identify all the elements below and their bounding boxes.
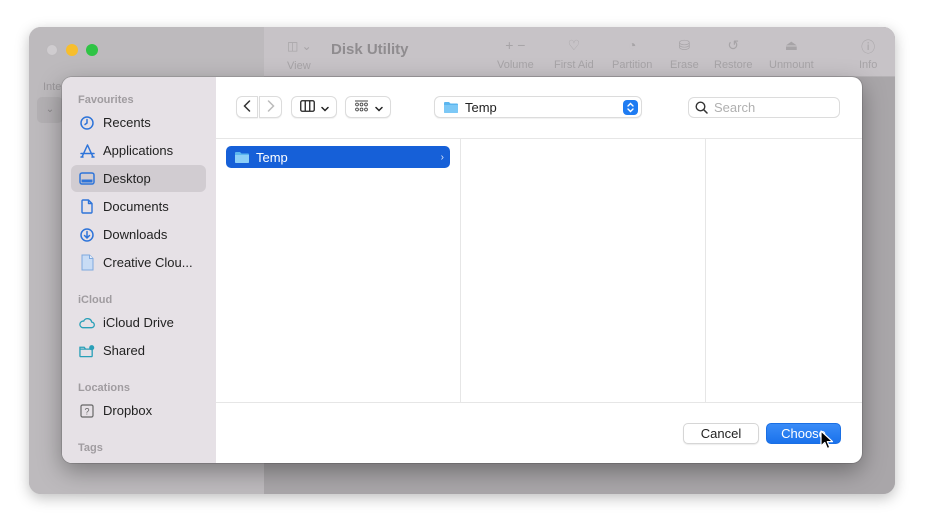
section-locations: Locations [78, 382, 130, 394]
columns-view-icon [299, 99, 315, 115]
eject-icon: ⏏ [784, 37, 798, 53]
up-down-chevron-icon [623, 100, 638, 115]
choose-folder-dialog: Favourites Recents Applications Desktop … [62, 77, 862, 463]
restore-button[interactable]: ↺ Restore [714, 37, 753, 71]
chevron-down-icon [374, 100, 383, 115]
sidebar-item-desktop[interactable]: Desktop [71, 165, 206, 192]
shared-folder-icon [79, 343, 95, 359]
section-tags: Tags [78, 442, 103, 454]
maximize-window-button[interactable] [86, 44, 98, 56]
sidebar-toggle-icon[interactable]: ◫ ⌄ [287, 39, 312, 53]
sidebar-item-documents[interactable]: Documents [71, 193, 206, 220]
view-mode-button[interactable] [291, 96, 337, 118]
sidebar-item-icloud-drive[interactable]: iCloud Drive [71, 309, 206, 336]
section-icloud: iCloud [78, 294, 113, 306]
unmount-button[interactable]: ⏏ Unmount [769, 37, 814, 71]
info-icon: ⓘ [861, 39, 876, 55]
download-icon [79, 227, 95, 243]
location-popup-value: Temp [465, 99, 497, 115]
browser-column-1[interactable]: Temp › [216, 139, 461, 402]
clock-icon [79, 115, 95, 131]
folder-icon [234, 151, 250, 164]
sidebar-section-label: Inte [43, 81, 62, 93]
sidebar-item-applications[interactable]: Applications [71, 137, 206, 164]
info-button[interactable]: ⓘ Info [859, 37, 877, 71]
plus-minus-icon: + − [505, 37, 526, 53]
chevron-right-icon: › [440, 151, 444, 163]
unknown-drive-icon: ? [79, 403, 95, 419]
sidebar-item-shared[interactable]: Shared [71, 337, 206, 364]
first-aid-button[interactable]: ♡ First Aid [554, 37, 594, 71]
forward-button[interactable] [259, 96, 282, 118]
desktop-icon [79, 171, 95, 187]
chevron-down-icon [320, 100, 329, 115]
browser-column-3[interactable] [706, 139, 862, 402]
sidebar-item-dropbox[interactable]: ? Dropbox [71, 397, 206, 424]
folder-icon [443, 101, 459, 114]
section-favourites: Favourites [78, 94, 134, 106]
pie-chart-icon: ◔ [627, 37, 637, 53]
restore-icon: ↺ [727, 37, 740, 53]
sidebar-item-creative-cloud[interactable]: Creative Clou... [71, 249, 206, 276]
cancel-button[interactable]: Cancel [683, 423, 759, 444]
close-window-button[interactable] [46, 44, 58, 56]
sidebar-item-recents[interactable]: Recents [71, 109, 206, 136]
search-input[interactable] [714, 100, 834, 115]
search-icon [695, 101, 708, 114]
minimize-window-button[interactable] [66, 44, 78, 56]
browser-column-2[interactable] [461, 139, 706, 402]
search-field[interactable] [688, 97, 840, 118]
column-browser: Temp › [216, 138, 862, 403]
erase-button[interactable]: ⛁ Erase [670, 37, 699, 71]
applications-icon [79, 143, 95, 159]
list-item-temp-folder[interactable]: Temp › [226, 146, 450, 168]
view-label: View [287, 60, 311, 72]
erase-icon: ⛁ [678, 37, 691, 53]
list-item-label: Temp [256, 149, 288, 165]
chevron-right-icon [267, 99, 275, 115]
back-button[interactable] [236, 96, 258, 118]
file-icon [79, 254, 95, 271]
svg-text:?: ? [84, 406, 89, 416]
mouse-cursor-icon [820, 430, 834, 455]
document-icon [79, 199, 95, 215]
volume-button[interactable]: + − Volume [497, 37, 534, 71]
location-popup[interactable]: Temp [434, 96, 642, 118]
partition-button[interactable]: ◔ Partition [612, 37, 652, 71]
group-by-button[interactable] [345, 96, 391, 118]
grid-group-icon [354, 100, 369, 115]
sidebar-item-downloads[interactable]: Downloads [71, 221, 206, 248]
window-title: Disk Utility [331, 41, 409, 58]
stethoscope-icon: ♡ [567, 37, 581, 53]
cloud-icon [79, 315, 95, 331]
dialog-sidebar: Favourites Recents Applications Desktop … [62, 77, 216, 463]
chevron-down-icon[interactable]: ⌄ [37, 97, 63, 123]
chevron-left-icon [243, 99, 251, 115]
